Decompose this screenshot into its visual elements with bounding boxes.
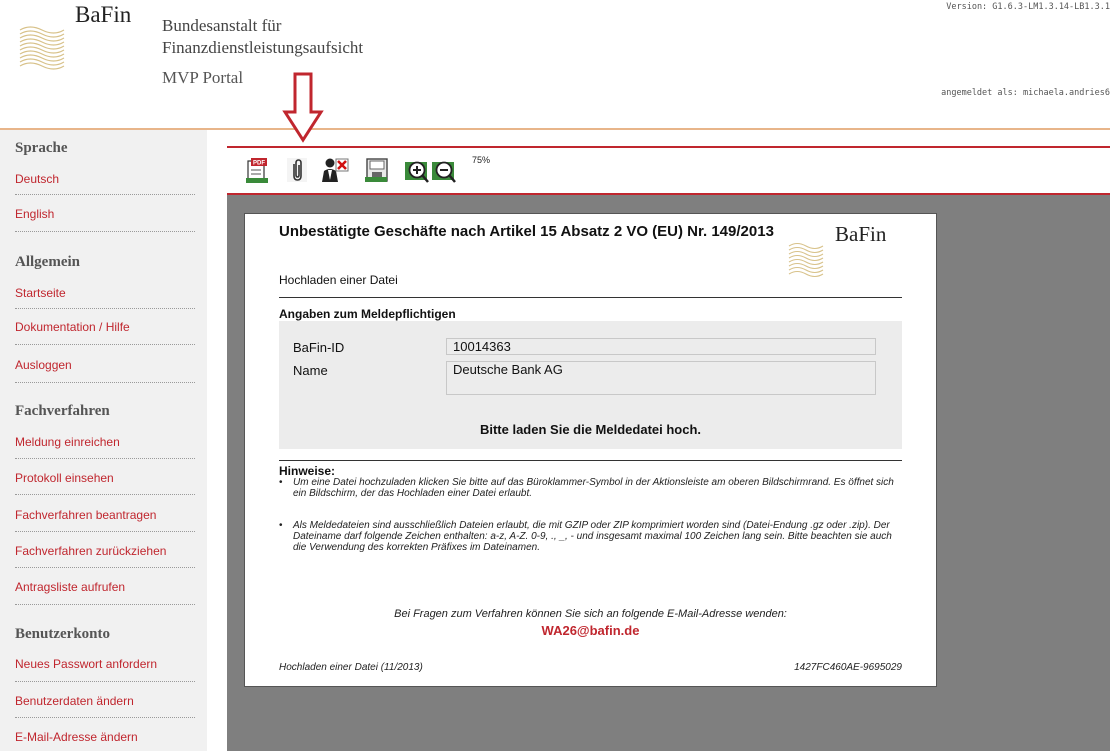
hinweise-title: Hinweise: — [279, 464, 336, 478]
sidebar-item-deutsch[interactable]: Deutsch — [15, 172, 59, 186]
bafin-id-field: 10014363 — [446, 338, 876, 355]
sidebar-divider — [15, 382, 195, 383]
sidebar-divider — [15, 681, 195, 682]
document-footer-left: Hochladen einer Datei (11/2013) — [279, 662, 423, 673]
org-name-line1: Bundesanstalt für — [162, 16, 282, 35]
sidebar: Sprache Deutsch English Allgemein Starts… — [0, 130, 207, 751]
sidebar-item-startseite[interactable]: Startseite — [15, 286, 66, 300]
note-item: • Um eine Datei hochzuladen klicken Sie … — [279, 477, 904, 499]
sidebar-item-ausloggen[interactable]: Ausloggen — [15, 358, 72, 372]
sidebar-divider — [15, 194, 195, 195]
sidebar-item-fachverfahren-zurueckziehen[interactable]: Fachverfahren zurückziehen — [15, 544, 166, 558]
reporter-info-box: BaFin-ID 10014363 Name Deutsche Bank AG … — [279, 321, 902, 449]
zoom-out-icon[interactable] — [431, 156, 457, 184]
pdf-icon[interactable]: PDF — [244, 156, 270, 184]
note-item: • Als Meldedateien sind ausschließlich D… — [279, 520, 904, 553]
bafin-logo-waves-icon — [19, 26, 65, 70]
logged-in-user: angemeldet als: michaela.andries6 — [941, 88, 1110, 98]
sidebar-divider — [15, 344, 195, 345]
sidebar-divider — [15, 231, 195, 232]
zoom-level: 75% — [472, 155, 491, 165]
sidebar-item-antragsliste[interactable]: Antragsliste aufrufen — [15, 580, 125, 594]
zoom-in-icon[interactable] — [404, 156, 430, 184]
sidebar-item-protokoll-einsehen[interactable]: Protokoll einsehen — [15, 471, 114, 485]
save-icon[interactable] — [364, 156, 390, 184]
upload-instruction: Bitte laden Sie die Meldedatei hoch. — [479, 422, 702, 437]
sidebar-item-fachverfahren-beantragen[interactable]: Fachverfahren beantragen — [15, 508, 156, 522]
sidebar-heading-benutzerkonto: Benutzerkonto — [15, 626, 110, 642]
sidebar-heading-allgemein: Allgemein — [15, 254, 80, 270]
note-text: Um eine Datei hochzuladen klicken Sie bi… — [293, 477, 894, 499]
section-divider — [279, 297, 902, 298]
page-header: BaFin Bundesanstalt für Finanzdienstleis… — [0, 0, 1110, 130]
org-name-line2: Finanzdienstleistungsaufsicht — [162, 38, 364, 57]
action-toolbar: PDF — [227, 148, 1110, 193]
bafin-logo-text: BaFin — [835, 222, 887, 246]
sidebar-divider — [15, 604, 195, 605]
document-title: Unbestätigte Geschäfte nach Artikel 15 A… — [279, 223, 774, 240]
contact-text: Bei Fragen zum Verfahren können Sie sich… — [394, 608, 787, 620]
sidebar-divider — [15, 717, 195, 718]
sidebar-divider — [15, 494, 195, 495]
note-text: Als Meldedateien sind ausschließlich Dat… — [293, 520, 892, 553]
field-label-bafin-id: BaFin-ID — [293, 340, 345, 355]
sidebar-heading-sprache: Sprache — [15, 140, 68, 156]
sidebar-item-dokumentation[interactable]: Dokumentation / Hilfe — [15, 320, 130, 334]
paperclip-icon[interactable] — [284, 156, 310, 184]
sidebar-item-neues-passwort[interactable]: Neues Passwort anfordern — [15, 657, 157, 671]
user-remove-icon[interactable] — [320, 156, 350, 184]
version-label: Version: G1.6.3-LM1.3.14-LB1.3.1 — [946, 2, 1110, 12]
portal-name: MVP Portal — [162, 68, 244, 87]
section-title: Angaben zum Meldepflichtigen — [279, 307, 456, 321]
sidebar-heading-fachverfahren: Fachverfahren — [15, 403, 110, 419]
document-page: Unbestätigte Geschäfte nach Artikel 15 A… — [244, 213, 937, 687]
sidebar-divider — [15, 308, 195, 309]
sidebar-item-meldung-einreichen[interactable]: Meldung einreichen — [15, 435, 120, 449]
bafin-logo-text: BaFin — [75, 2, 132, 27]
contact-email-link[interactable]: WA26@bafin.de — [245, 623, 936, 638]
document-subtitle: Hochladen einer Datei — [279, 273, 398, 287]
bafin-logo-waves-icon — [788, 242, 824, 278]
sidebar-divider — [15, 458, 195, 459]
sidebar-item-benutzerdaten[interactable]: Benutzerdaten ändern — [15, 694, 134, 708]
name-field: Deutsche Bank AG — [446, 361, 876, 395]
sidebar-item-english[interactable]: English — [15, 207, 54, 221]
annotation-arrow-icon — [282, 72, 324, 143]
field-label-name: Name — [293, 363, 328, 378]
sidebar-item-email-aendern[interactable]: E-Mail-Adresse ändern — [15, 730, 138, 744]
section-divider — [279, 460, 902, 461]
svg-text:PDF: PDF — [253, 161, 265, 167]
document-footer-id: 1427FC460AE-9695029 — [794, 662, 902, 673]
sidebar-divider — [15, 531, 195, 532]
sidebar-divider — [15, 567, 195, 568]
